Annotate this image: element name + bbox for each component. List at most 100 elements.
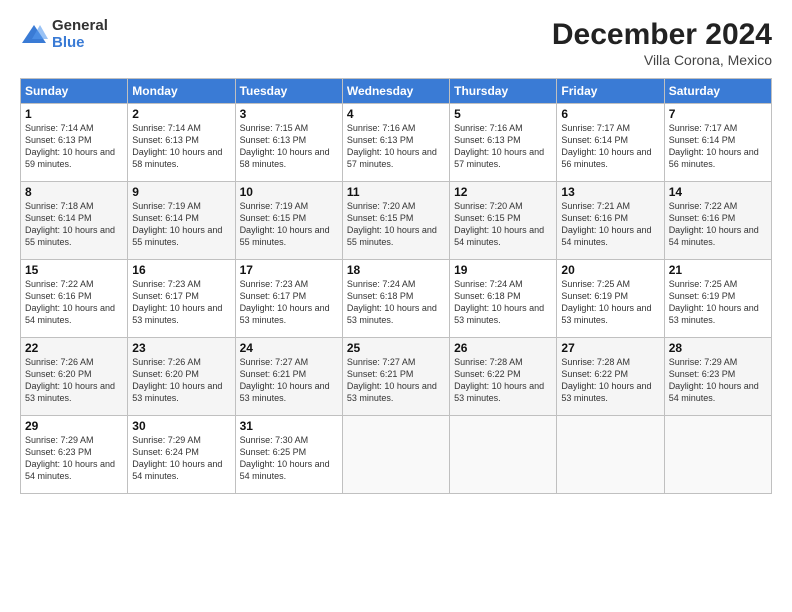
location: Villa Corona, Mexico: [552, 52, 772, 68]
header: General Blue December 2024 Villa Corona,…: [20, 18, 772, 68]
day-number: 19: [454, 263, 552, 277]
day-info: Sunrise: 7:29 AMSunset: 6:23 PMDaylight:…: [25, 434, 123, 483]
day-info: Sunrise: 7:23 AMSunset: 6:17 PMDaylight:…: [240, 278, 338, 327]
calendar-cell: 9Sunrise: 7:19 AMSunset: 6:14 PMDaylight…: [128, 182, 235, 260]
calendar-cell: 11Sunrise: 7:20 AMSunset: 6:15 PMDayligh…: [342, 182, 449, 260]
day-info: Sunrise: 7:19 AMSunset: 6:14 PMDaylight:…: [132, 200, 230, 249]
day-info: Sunrise: 7:20 AMSunset: 6:15 PMDaylight:…: [454, 200, 552, 249]
page: General Blue December 2024 Villa Corona,…: [0, 0, 792, 612]
day-number: 31: [240, 419, 338, 433]
calendar-cell: [664, 416, 771, 494]
calendar-cell: 1Sunrise: 7:14 AMSunset: 6:13 PMDaylight…: [21, 104, 128, 182]
calendar-week-row: 15Sunrise: 7:22 AMSunset: 6:16 PMDayligh…: [21, 260, 772, 338]
day-number: 14: [669, 185, 767, 199]
calendar-cell: 8Sunrise: 7:18 AMSunset: 6:14 PMDaylight…: [21, 182, 128, 260]
day-info: Sunrise: 7:25 AMSunset: 6:19 PMDaylight:…: [561, 278, 659, 327]
day-number: 9: [132, 185, 230, 199]
day-info: Sunrise: 7:22 AMSunset: 6:16 PMDaylight:…: [669, 200, 767, 249]
calendar-cell: 20Sunrise: 7:25 AMSunset: 6:19 PMDayligh…: [557, 260, 664, 338]
calendar-cell: 12Sunrise: 7:20 AMSunset: 6:15 PMDayligh…: [450, 182, 557, 260]
calendar-day-header: Monday: [128, 79, 235, 104]
day-info: Sunrise: 7:19 AMSunset: 6:15 PMDaylight:…: [240, 200, 338, 249]
day-info: Sunrise: 7:24 AMSunset: 6:18 PMDaylight:…: [454, 278, 552, 327]
calendar-cell: 3Sunrise: 7:15 AMSunset: 6:13 PMDaylight…: [235, 104, 342, 182]
day-number: 22: [25, 341, 123, 355]
calendar-day-header: Sunday: [21, 79, 128, 104]
day-number: 11: [347, 185, 445, 199]
calendar-cell: 22Sunrise: 7:26 AMSunset: 6:20 PMDayligh…: [21, 338, 128, 416]
calendar-cell: 28Sunrise: 7:29 AMSunset: 6:23 PMDayligh…: [664, 338, 771, 416]
calendar-header-row: SundayMondayTuesdayWednesdayThursdayFrid…: [21, 79, 772, 104]
calendar-week-row: 29Sunrise: 7:29 AMSunset: 6:23 PMDayligh…: [21, 416, 772, 494]
logo-text: General Blue: [52, 18, 108, 51]
calendar-cell: 21Sunrise: 7:25 AMSunset: 6:19 PMDayligh…: [664, 260, 771, 338]
day-info: Sunrise: 7:22 AMSunset: 6:16 PMDaylight:…: [25, 278, 123, 327]
day-number: 6: [561, 107, 659, 121]
day-number: 16: [132, 263, 230, 277]
calendar-cell: 16Sunrise: 7:23 AMSunset: 6:17 PMDayligh…: [128, 260, 235, 338]
day-info: Sunrise: 7:16 AMSunset: 6:13 PMDaylight:…: [454, 122, 552, 171]
calendar-week-row: 1 Sunrise: 7:14 AMSunset: 6:13 PMDaylight…: [21, 104, 772, 182]
day-number: 27: [561, 341, 659, 355]
day-info: Sunrise: 7:20 AMSunset: 6:15 PMDaylight:…: [347, 200, 445, 249]
day-info: Sunrise: 7:26 AMSunset: 6:20 PMDaylight:…: [132, 356, 230, 405]
day-info: Sunrise: 7:28 AMSunset: 6:22 PMDaylight:…: [454, 356, 552, 405]
day-info: Sunrise: 7:27 AMSunset: 6:21 PMDaylight:…: [347, 356, 445, 405]
calendar-cell: 10Sunrise: 7:19 AMSunset: 6:15 PMDayligh…: [235, 182, 342, 260]
day-info: Sunrise: 7:16 AMSunset: 6:13 PMDaylight:…: [347, 122, 445, 171]
calendar-cell: [342, 416, 449, 494]
day-info: Sunrise: 7:24 AMSunset: 6:18 PMDaylight:…: [347, 278, 445, 327]
day-number: 20: [561, 263, 659, 277]
calendar-cell: 24Sunrise: 7:27 AMSunset: 6:21 PMDayligh…: [235, 338, 342, 416]
day-number: 8: [25, 185, 123, 199]
day-info: Sunrise: 7:17 AMSunset: 6:14 PMDaylight:…: [561, 122, 659, 171]
title-block: December 2024 Villa Corona, Mexico: [552, 18, 772, 68]
day-number: 7: [669, 107, 767, 121]
calendar-cell: [450, 416, 557, 494]
calendar-cell: 27Sunrise: 7:28 AMSunset: 6:22 PMDayligh…: [557, 338, 664, 416]
day-number: 17: [240, 263, 338, 277]
logo-icon: [20, 21, 48, 49]
day-number: 1: [25, 107, 123, 121]
day-number: 3: [240, 107, 338, 121]
day-number: 12: [454, 185, 552, 199]
calendar-cell: 5Sunrise: 7:16 AMSunset: 6:13 PMDaylight…: [450, 104, 557, 182]
calendar-cell: 31Sunrise: 7:30 AMSunset: 6:25 PMDayligh…: [235, 416, 342, 494]
day-number: 23: [132, 341, 230, 355]
day-number: 28: [669, 341, 767, 355]
logo: General Blue: [20, 18, 108, 51]
day-info: Sunrise: 7:30 AMSunset: 6:25 PMDaylight:…: [240, 434, 338, 483]
calendar-cell: 29Sunrise: 7:29 AMSunset: 6:23 PMDayligh…: [21, 416, 128, 494]
calendar-cell: 18Sunrise: 7:24 AMSunset: 6:18 PMDayligh…: [342, 260, 449, 338]
calendar-cell: 14Sunrise: 7:22 AMSunset: 6:16 PMDayligh…: [664, 182, 771, 260]
day-info: Sunrise: 7:15 AMSunset: 6:13 PMDaylight:…: [240, 122, 338, 171]
day-number: 24: [240, 341, 338, 355]
calendar-day-header: Thursday: [450, 79, 557, 104]
calendar-cell: 13Sunrise: 7:21 AMSunset: 6:16 PMDayligh…: [557, 182, 664, 260]
day-number: 18: [347, 263, 445, 277]
day-info: Sunrise: 7:21 AMSunset: 6:16 PMDaylight:…: [561, 200, 659, 249]
day-number: 30: [132, 419, 230, 433]
day-info: Sunrise: 7:26 AMSunset: 6:20 PMDaylight:…: [25, 356, 123, 405]
day-number: 5: [454, 107, 552, 121]
day-info: Sunrise: 7:29 AMSunset: 6:24 PMDaylight:…: [132, 434, 230, 483]
day-number: 25: [347, 341, 445, 355]
day-info: Sunrise: 7:27 AMSunset: 6:21 PMDaylight:…: [240, 356, 338, 405]
day-number: 15: [25, 263, 123, 277]
calendar-cell: 4Sunrise: 7:16 AMSunset: 6:13 PMDaylight…: [342, 104, 449, 182]
day-number: 29: [25, 419, 123, 433]
calendar-cell: 15Sunrise: 7:22 AMSunset: 6:16 PMDayligh…: [21, 260, 128, 338]
calendar-cell: 23Sunrise: 7:26 AMSunset: 6:20 PMDayligh…: [128, 338, 235, 416]
calendar-cell: [557, 416, 664, 494]
logo-blue-text: Blue: [52, 35, 108, 52]
calendar-cell: 30Sunrise: 7:29 AMSunset: 6:24 PMDayligh…: [128, 416, 235, 494]
month-title: December 2024: [552, 18, 772, 52]
calendar-day-header: Wednesday: [342, 79, 449, 104]
day-number: 4: [347, 107, 445, 121]
day-info: Sunrise: 7:14 AMSunset: 6:13 PMDaylight:…: [132, 122, 230, 171]
day-info: Sunrise: 7:28 AMSunset: 6:22 PMDaylight:…: [561, 356, 659, 405]
day-number: 21: [669, 263, 767, 277]
calendar-cell: 6Sunrise: 7:17 AMSunset: 6:14 PMDaylight…: [557, 104, 664, 182]
calendar-week-row: 8Sunrise: 7:18 AMSunset: 6:14 PMDaylight…: [21, 182, 772, 260]
calendar-day-header: Tuesday: [235, 79, 342, 104]
